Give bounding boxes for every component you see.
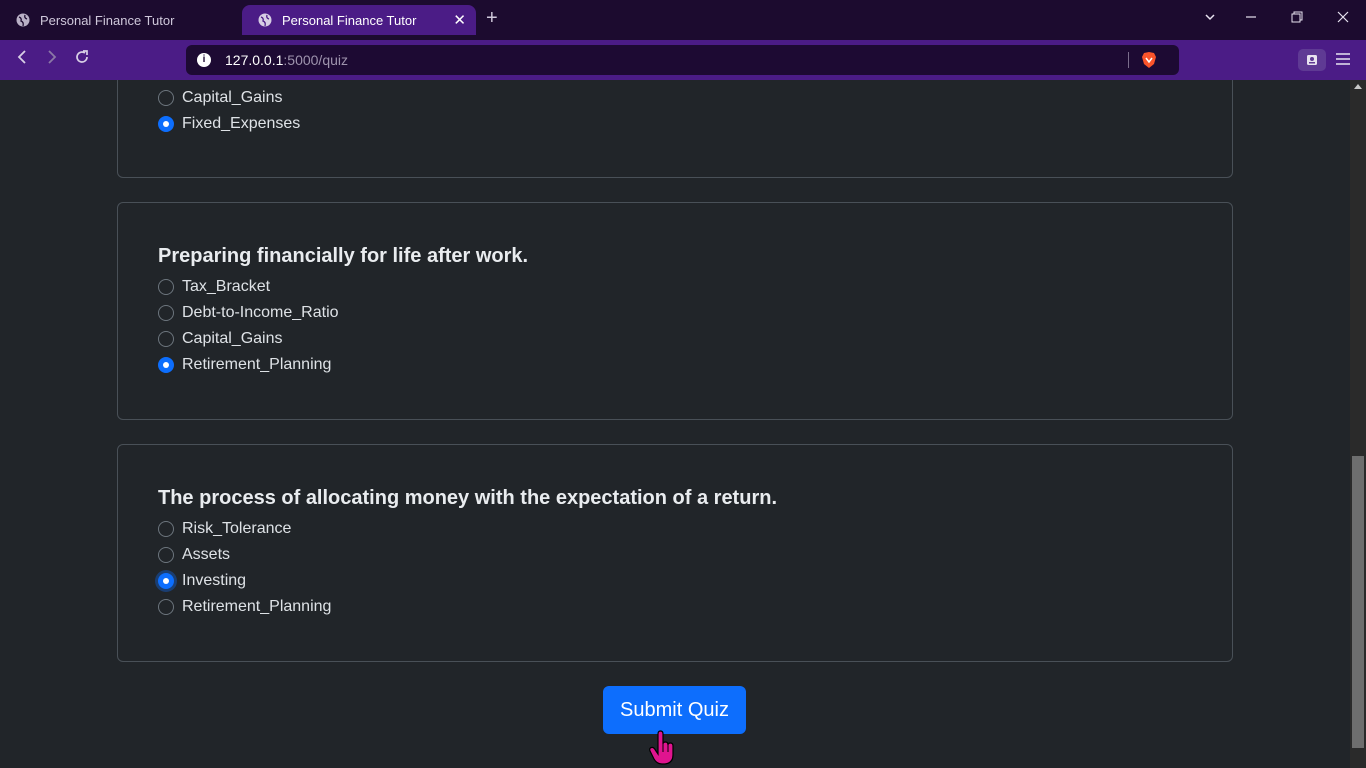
wallet-button[interactable] xyxy=(1298,49,1326,71)
option-tax-bracket[interactable]: Tax_Bracket xyxy=(158,277,270,297)
option-fixed-expenses[interactable]: Fixed_Expenses xyxy=(158,114,300,134)
radio-button[interactable] xyxy=(158,305,174,321)
option-risk-tolerance[interactable]: Risk_Tolerance xyxy=(158,519,291,539)
hamburger-menu-icon[interactable] xyxy=(1335,50,1351,71)
option-investing[interactable]: Investing xyxy=(158,571,246,591)
url-text[interactable]: 127.0.0.1:5000/quiz xyxy=(225,52,348,68)
minimize-icon[interactable] xyxy=(1245,10,1257,26)
scroll-thumb[interactable] xyxy=(1352,456,1364,748)
forward-icon[interactable] xyxy=(45,49,59,70)
close-tab-icon[interactable]: ✕ xyxy=(453,11,466,29)
question-text: Preparing financially for life after wor… xyxy=(158,245,529,267)
radio-button[interactable] xyxy=(158,357,174,373)
tab-title: Personal Finance Tutor xyxy=(282,12,417,28)
browser-titlebar: Personal Finance Tutor Personal Finance … xyxy=(0,0,1366,40)
hand-cursor-icon xyxy=(648,730,676,768)
scroll-up-icon[interactable] xyxy=(1354,84,1362,89)
page-scrollbar[interactable] xyxy=(1350,80,1366,768)
radio-button[interactable] xyxy=(158,521,174,537)
option-capital-gains[interactable]: Capital_Gains xyxy=(158,329,283,349)
submit-quiz-button[interactable]: Submit Quiz xyxy=(603,686,746,734)
radio-button[interactable] xyxy=(158,547,174,563)
radio-button[interactable] xyxy=(158,116,174,132)
wallet-icon xyxy=(1307,55,1317,65)
option-debt-to-income-ratio[interactable]: Debt-to-Income_Ratio xyxy=(158,303,339,323)
question-card-1: Capital_Gains Fixed_Expenses xyxy=(117,80,1233,178)
option-retirement-planning[interactable]: Retirement_Planning xyxy=(158,355,331,375)
quiz-page: Capital_Gains Fixed_Expenses Preparing f… xyxy=(0,80,1350,768)
question-card-3: The process of allocating money with the… xyxy=(117,444,1233,662)
option-assets[interactable]: Assets xyxy=(158,545,230,565)
option-retirement-planning[interactable]: Retirement_Planning xyxy=(158,597,331,617)
radio-button[interactable] xyxy=(158,90,174,106)
browser-tab-1[interactable]: Personal Finance Tutor xyxy=(0,5,240,35)
tab-title: Personal Finance Tutor xyxy=(40,12,175,28)
address-bar[interactable]: i 127.0.0.1:5000/quiz xyxy=(186,45,1179,75)
restore-icon[interactable] xyxy=(1291,10,1303,26)
divider xyxy=(1128,52,1129,68)
globe-icon xyxy=(16,13,30,27)
globe-icon xyxy=(258,13,272,27)
reload-icon[interactable] xyxy=(74,49,90,70)
new-tab-button[interactable]: + xyxy=(486,7,498,30)
back-icon[interactable] xyxy=(15,49,29,70)
question-text: The process of allocating money with the… xyxy=(158,487,777,509)
brave-shields-icon[interactable] xyxy=(1141,51,1157,74)
question-card-2: Preparing financially for life after wor… xyxy=(117,202,1233,420)
close-window-icon[interactable] xyxy=(1337,10,1349,26)
tab-search-icon[interactable] xyxy=(1204,10,1216,26)
radio-button[interactable] xyxy=(158,573,174,589)
radio-button[interactable] xyxy=(158,279,174,295)
browser-tab-2[interactable]: Personal Finance Tutor ✕ xyxy=(242,5,476,35)
radio-button[interactable] xyxy=(158,599,174,615)
option-capital-gains[interactable]: Capital_Gains xyxy=(158,88,283,108)
radio-button[interactable] xyxy=(158,331,174,347)
info-icon[interactable]: i xyxy=(197,53,211,67)
